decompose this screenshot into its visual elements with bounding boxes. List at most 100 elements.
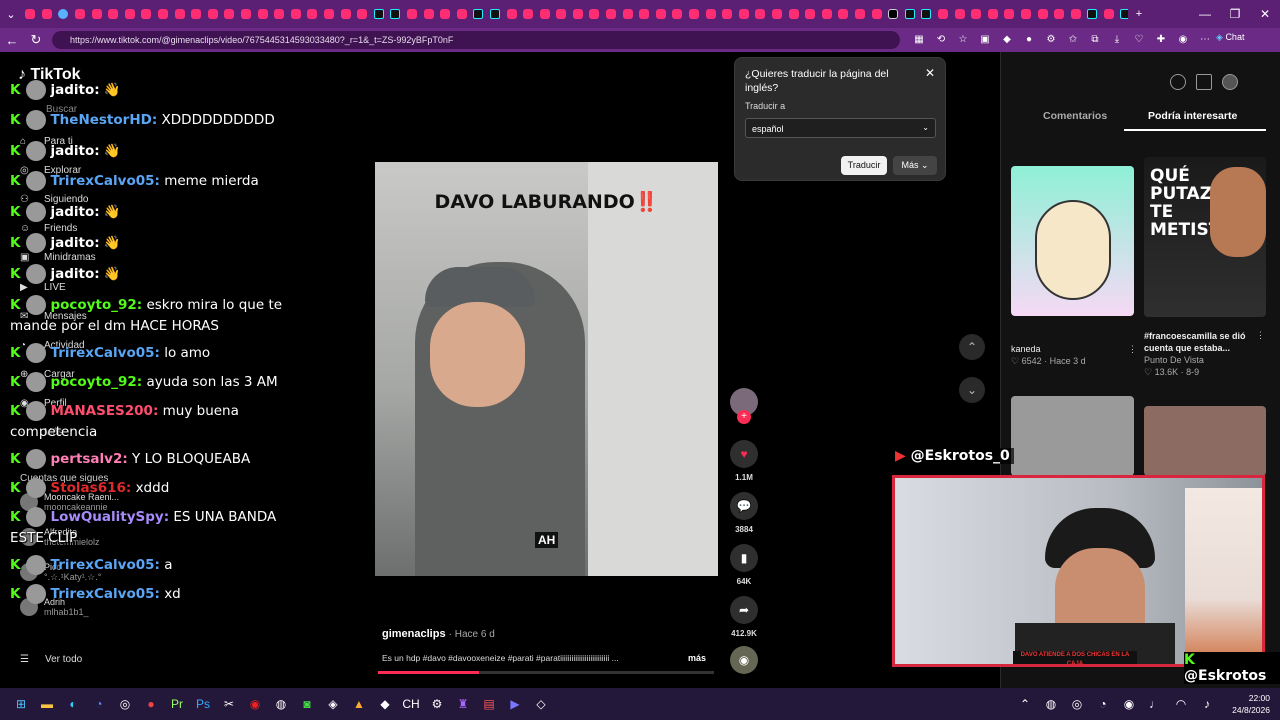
recommended-thumbnail[interactable] [1011,166,1134,316]
reload-button[interactable]: ↻ [24,32,48,48]
misc-app-icon[interactable]: ◇ [528,694,554,714]
microphone-icon[interactable]: ♩ [1142,694,1168,714]
ch-app-icon[interactable]: CH [398,694,424,714]
browser-tab[interactable] [404,3,421,25]
back-button[interactable]: ← [0,33,24,48]
user-avatar[interactable] [1222,74,1238,90]
browser-tab[interactable] [138,3,155,25]
more-options-icon[interactable]: ⋮ [1256,329,1266,341]
browser-tab[interactable] [1067,3,1084,25]
browser-tab[interactable] [868,3,885,25]
tab-actions-chevron-icon[interactable]: ⌄ [0,3,22,25]
translate-icon[interactable]: ⟲ [934,31,948,47]
browser-tab[interactable] [188,3,205,25]
box-app-icon[interactable]: ◆ [372,694,398,714]
copilot-chat-button[interactable]: ◈ Chat [1216,32,1244,43]
browser-tab[interactable] [254,3,271,25]
browser-tab[interactable] [736,3,753,25]
browser-tab[interactable] [205,3,222,25]
browser-tab[interactable] [370,3,387,25]
browser-tab[interactable] [603,3,620,25]
browser-tab[interactable] [72,3,89,25]
maximize-button[interactable]: ❐ [1220,7,1250,21]
see-all-link[interactable]: ☰ Ver todo [20,654,82,665]
browser-tab[interactable] [951,3,968,25]
browser-tab[interactable] [155,3,172,25]
browser-tab[interactable] [271,3,288,25]
recording-app-icon[interactable]: ● [138,694,164,714]
extensions-puzzle-icon[interactable]: ✚ [1154,31,1168,47]
browser-tab[interactable] [337,3,354,25]
capcut-icon[interactable]: ✂ [216,694,242,714]
browser-tab[interactable] [1084,3,1101,25]
vpn-app-icon[interactable]: ◈ [320,694,346,714]
vpn-icon[interactable]: ● [1022,31,1036,47]
browser-tab[interactable] [785,3,802,25]
premiere-icon[interactable]: Pr [164,694,190,714]
browser-tab[interactable] [105,3,122,25]
music-disc-button[interactable]: ◉ [730,646,758,674]
recommended-thumbnail[interactable] [1011,396,1134,476]
browser-tab[interactable] [1034,3,1051,25]
url-field[interactable]: https://www.tiktok.com/@gimenaclips/vide… [52,31,900,49]
browser-tab[interactable] [719,3,736,25]
video-progress-bar[interactable] [378,671,714,674]
browser-tab[interactable] [1101,3,1118,25]
browser-tab[interactable] [221,3,238,25]
edge-browser-icon[interactable]: ◐ [60,694,86,714]
qr-icon[interactable]: ▣ [978,31,992,47]
browser-tab[interactable] [702,3,719,25]
volume-icon[interactable]: ♪ [1194,694,1220,714]
browser-tab[interactable] [420,3,437,25]
browser-tab[interactable] [835,3,852,25]
game-app-icon[interactable]: ▲ [346,694,372,714]
browser-tab[interactable] [22,3,39,25]
browser-tab[interactable] [968,3,985,25]
browser-tab[interactable] [453,3,470,25]
browser-tab[interactable] [171,3,188,25]
profile-avatar[interactable]: ◉ [1176,31,1190,47]
browser-tab[interactable] [918,3,935,25]
language-select[interactable]: español ⌄ [745,118,936,138]
next-video-button[interactable]: ⌄ [959,377,985,403]
tab-comments[interactable]: Comentarios [1043,110,1107,122]
favorite-star-icon[interactable]: ☆ [956,31,970,47]
browser-tab[interactable] [487,3,504,25]
browser-tab[interactable] [636,3,653,25]
browser-tab[interactable] [39,3,56,25]
close-window-button[interactable]: ✕ [1250,7,1280,21]
discord-icon[interactable]: ◔ [86,694,112,714]
browser-tab[interactable] [885,3,902,25]
browser-tab[interactable] [437,3,454,25]
tray-app-icon[interactable]: ◎ [1064,694,1090,714]
browser-tab[interactable] [802,3,819,25]
tray-app-icon[interactable]: ◍ [1038,694,1064,714]
game-controller-icon[interactable]: ♜ [450,694,476,714]
translate-button[interactable]: Traducir [841,156,887,175]
close-icon[interactable]: ✕ [925,66,935,80]
windows-start-icon[interactable]: ⊞ [8,694,34,714]
browser-tab[interactable] [852,3,869,25]
browser-tab[interactable] [122,3,139,25]
steam-icon[interactable]: ◎ [112,694,138,714]
video-author[interactable]: gimenaclips · Hace 6 d [382,628,495,640]
comment-button[interactable]: 💬 3884 [730,492,758,534]
browser-tab[interactable] [1051,3,1068,25]
browser-tab[interactable] [387,3,404,25]
browser-tab[interactable] [586,3,603,25]
minimize-button[interactable]: — [1190,7,1220,21]
more-options-icon[interactable]: ⋮ [1128,343,1138,355]
save-button[interactable]: ▮ 64K [730,544,758,586]
more-menu-icon[interactable]: ⋯ [1198,31,1212,47]
browser-tab[interactable] [752,3,769,25]
browser-tab[interactable] [536,3,553,25]
download-icon[interactable]: ⤓ [1110,31,1124,47]
tab-might-interest[interactable]: Podría interesarte [1148,110,1237,122]
browser-tab[interactable] [819,3,836,25]
photoshop-icon[interactable]: Ps [190,694,216,714]
creator-avatar-button[interactable]: + [730,388,758,424]
browser-tab[interactable] [553,3,570,25]
browser-tab[interactable] [653,3,670,25]
browser-tab[interactable] [88,3,105,25]
browser-tab[interactable] [769,3,786,25]
